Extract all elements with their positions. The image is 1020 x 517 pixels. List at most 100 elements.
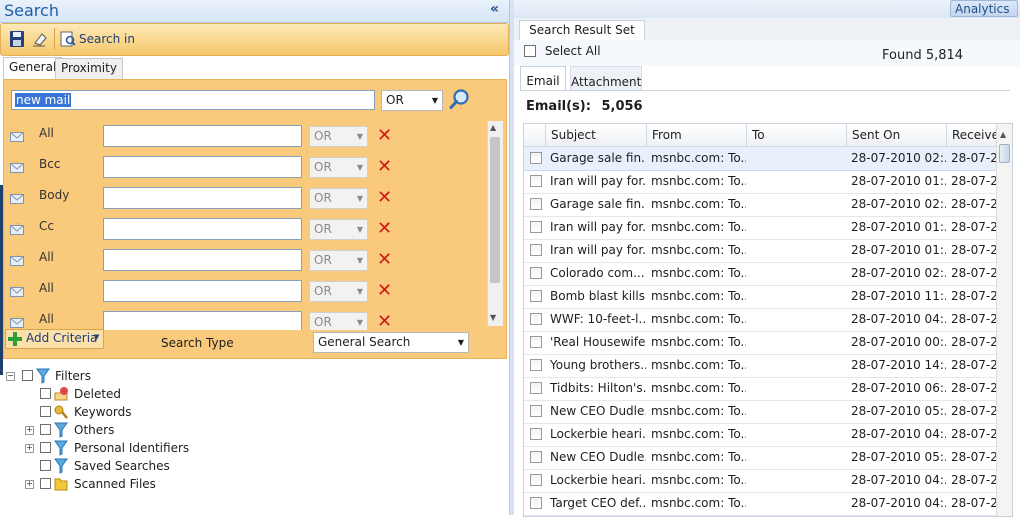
filter-checkbox[interactable] (40, 388, 51, 399)
column-from[interactable]: From (646, 124, 746, 146)
criteria-operator-select[interactable]: OR ▼ (309, 281, 368, 302)
email-row[interactable]: Iran will pay for... msnbc.com: To... 28… (524, 239, 996, 263)
row-checkbox[interactable] (530, 382, 542, 394)
criteria-value-input[interactable] (103, 125, 302, 147)
remove-criteria-icon[interactable]: ✕ (377, 127, 392, 145)
email-row[interactable]: Target CEO def... msnbc.com: To... 28-07… (524, 492, 996, 516)
filter-item[interactable]: Deleted (0, 385, 300, 403)
email-row[interactable]: Iran will pay for... msnbc.com: To... 28… (524, 216, 996, 240)
remove-criteria-icon[interactable]: ✕ (377, 251, 392, 269)
row-checkbox[interactable] (530, 198, 542, 210)
row-checkbox[interactable] (530, 290, 542, 302)
column-sent-on[interactable]: Sent On (846, 124, 946, 146)
filter-checkbox[interactable] (40, 424, 51, 435)
collapse-toggle-icon[interactable]: − (6, 372, 15, 381)
cell-to (746, 469, 846, 492)
criteria-value-input[interactable] (103, 280, 302, 302)
expand-toggle-icon[interactable]: + (25, 444, 34, 453)
criteria-operator-select[interactable]: OR ▼ (309, 126, 368, 147)
filter-checkbox[interactable] (40, 478, 51, 489)
criteria-value-input[interactable] (103, 249, 302, 271)
cell-subject: WWF: 10-feet-l... (550, 312, 646, 326)
filter-item[interactable]: + Scanned Files (0, 475, 300, 493)
remove-criteria-icon[interactable]: ✕ (377, 189, 392, 207)
row-checkbox[interactable] (530, 428, 542, 440)
scrollbar-thumb[interactable] (490, 137, 500, 283)
criteria-value-input[interactable] (103, 218, 302, 240)
filters-root[interactable]: − Filters (6, 367, 306, 385)
email-row[interactable]: WWF: 10-feet-l... msnbc.com: To... 28-07… (524, 308, 996, 332)
criteria-operator-select[interactable]: OR ▼ (309, 312, 368, 330)
remove-criteria-icon[interactable]: ✕ (377, 313, 392, 331)
remove-criteria-icon[interactable]: ✕ (377, 158, 392, 176)
scroll-up-icon[interactable]: ▲ (490, 123, 496, 132)
email-row[interactable]: Lockerbie heari... msnbc.com: To... 28-0… (524, 469, 996, 493)
column-subject[interactable]: Subject (545, 124, 646, 146)
row-checkbox[interactable] (530, 244, 542, 256)
row-checkbox[interactable] (530, 336, 542, 348)
criteria-operator-select[interactable]: OR ▼ (309, 157, 368, 178)
row-checkbox[interactable] (530, 405, 542, 417)
remove-criteria-icon[interactable]: ✕ (377, 282, 392, 300)
row-checkbox[interactable] (530, 175, 542, 187)
row-checkbox[interactable] (530, 313, 542, 325)
search-type-label: Search Type (161, 336, 234, 350)
analytics-button[interactable]: Analytics ▼ (950, 0, 1018, 31)
filter-checkbox[interactable] (40, 460, 51, 471)
row-checkbox[interactable] (530, 451, 542, 463)
expand-toggle-icon[interactable]: + (25, 480, 34, 489)
filter-item[interactable]: Keywords (0, 403, 300, 421)
row-checkbox[interactable] (530, 359, 542, 371)
cell-from: msnbc.com: To... (651, 220, 746, 234)
add-criteria-button[interactable]: Add Criteria ▼ (5, 329, 104, 349)
row-checkbox[interactable] (530, 474, 542, 486)
email-row[interactable]: Tidbits: Hilton's... msnbc.com: To... 28… (524, 377, 996, 401)
select-all-checkbox[interactable] (524, 45, 536, 57)
cell-sent-on: 28-07-2010 04:... (851, 427, 946, 441)
cell-sent-on: 28-07-2010 01:... (851, 220, 946, 234)
email-row[interactable]: 'Real Housewife... msnbc.com: To... 28-0… (524, 331, 996, 355)
criteria-operator-select[interactable]: OR ▼ (309, 188, 368, 209)
email-row[interactable]: Bomb blast kills... msnbc.com: To... 28-… (524, 285, 996, 309)
criteria-value-input[interactable] (103, 187, 302, 209)
email-row[interactable]: Young brothers... msnbc.com: To... 28-07… (524, 354, 996, 378)
row-checkbox[interactable] (530, 267, 542, 279)
remove-criteria-icon[interactable]: ✕ (377, 220, 392, 238)
email-row[interactable]: New CEO Dudle... msnbc.com: To... 28-07-… (524, 400, 996, 424)
criteria-operator-select[interactable]: OR ▼ (309, 219, 368, 240)
criteria-value-input[interactable] (103, 156, 302, 178)
grid-scrollbar[interactable]: ▲ (996, 124, 1012, 516)
filter-checkbox[interactable] (40, 442, 51, 453)
row-checkbox[interactable] (530, 221, 542, 233)
row-checkbox[interactable] (530, 152, 542, 164)
filter-item[interactable]: + Personal Identifiers (0, 439, 300, 457)
email-row[interactable]: Lockerbie heari... msnbc.com: To... 28-0… (524, 423, 996, 447)
scroll-up-icon[interactable]: ▲ (1000, 130, 1006, 139)
criteria-scrollbar[interactable]: ▲ ▼ (487, 121, 503, 326)
email-row[interactable]: Garage sale fin... msnbc.com: To... 28-0… (524, 193, 996, 217)
filter-item[interactable]: + Others (0, 421, 300, 439)
tab-attachment[interactable]: Attachment (570, 66, 642, 90)
tab-email[interactable]: Email (520, 66, 566, 90)
chevron-down-icon: ▼ (356, 225, 363, 234)
filter-checkbox[interactable] (40, 406, 51, 417)
email-row[interactable]: New CEO Dudle... msnbc.com: To... 28-07-… (524, 446, 996, 470)
filter-item[interactable]: Saved Searches (0, 457, 300, 475)
email-row[interactable]: Iran will pay for... msnbc.com: To... 28… (524, 170, 996, 194)
column-received[interactable]: Receivec (946, 124, 996, 146)
cell-to (746, 308, 846, 331)
criteria-operator-select[interactable]: OR ▼ (309, 250, 368, 271)
expand-toggle-icon[interactable]: + (25, 426, 34, 435)
email-row[interactable]: Garage sale fin... msnbc.com: To... 28-0… (524, 147, 996, 171)
analytics-bar: Analytics ▼ (514, 0, 1020, 31)
tab-search-result-set[interactable]: Search Result Set (519, 20, 645, 41)
column-to[interactable]: To (746, 124, 846, 146)
scroll-down-icon[interactable]: ▼ (490, 313, 496, 322)
row-checkbox[interactable] (530, 497, 542, 509)
select-all[interactable]: Select All (524, 44, 601, 58)
criteria-value-input[interactable] (103, 311, 302, 330)
scrollbar-thumb[interactable] (999, 144, 1010, 163)
search-type-select[interactable]: General Search ▼ (313, 332, 469, 353)
email-row[interactable]: Colorado com... msnbc.com: To... 28-07-2… (524, 262, 996, 286)
filters-checkbox[interactable] (22, 370, 33, 381)
